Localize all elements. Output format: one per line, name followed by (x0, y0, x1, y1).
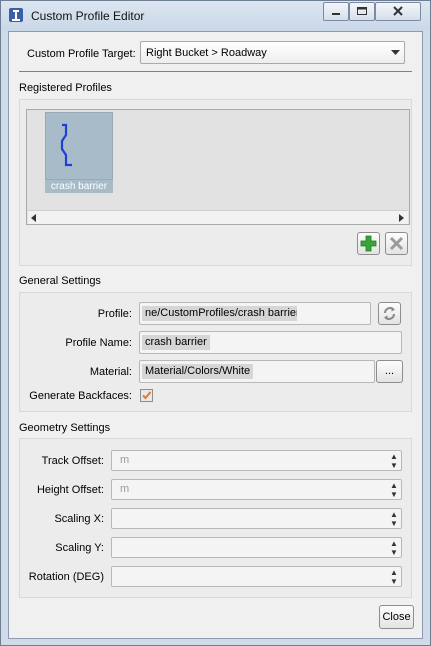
chevron-down-icon (391, 50, 400, 55)
scaling-x-stepper[interactable]: ▲ ▼ (388, 510, 400, 528)
browse-label: ... (384, 365, 395, 377)
profile-thumbnail (45, 112, 113, 180)
close-window-button[interactable] (375, 2, 421, 21)
profile-list[interactable]: crash barrier (26, 109, 410, 225)
height-offset-value: m (120, 483, 130, 495)
profile-name-field[interactable]: crash barrier (139, 331, 402, 354)
spin-down-icon[interactable]: ▼ (388, 519, 400, 528)
maximize-button[interactable] (349, 2, 375, 21)
spin-down-icon[interactable]: ▼ (388, 461, 400, 470)
profile-path-label: Profile: (97, 308, 132, 320)
minimize-button[interactable] (323, 2, 349, 21)
general-settings-heading: General Settings (19, 275, 101, 287)
profile-item[interactable]: crash barrier (45, 112, 115, 193)
close-button[interactable]: Close (379, 605, 414, 629)
profile-name-label: Profile Name: (65, 337, 132, 349)
checkmark-icon (142, 391, 152, 400)
registered-profiles-group: crash barrier (19, 99, 412, 266)
remove-profile-button[interactable] (385, 232, 408, 255)
track-offset-spinbox[interactable]: m ▲ ▼ (111, 450, 402, 471)
minimize-icon (332, 13, 340, 15)
scroll-right-icon[interactable] (399, 214, 405, 222)
scaling-y-label: Scaling Y: (55, 542, 104, 554)
rotation-stepper[interactable]: ▲ ▼ (388, 568, 400, 586)
delete-icon (389, 236, 404, 251)
scaling-x-spinbox[interactable]: ▲ ▼ (111, 508, 402, 529)
spin-up-icon[interactable]: ▲ (388, 568, 400, 577)
generate-backfaces-label: Generate Backfaces: (29, 390, 132, 402)
title-bar[interactable]: Custom Profile Editor (1, 1, 430, 31)
spin-down-icon[interactable]: ▼ (388, 548, 400, 557)
add-profile-button[interactable] (357, 232, 380, 255)
close-icon (393, 6, 403, 16)
close-button-label: Close (382, 611, 411, 623)
height-offset-stepper[interactable]: ▲ ▼ (388, 481, 400, 499)
generate-backfaces-checkbox[interactable] (140, 389, 153, 402)
general-settings-group: Profile: ne/CustomProfiles/crash barrier… (19, 292, 412, 412)
profile-shape-icon (60, 123, 72, 167)
scaling-x-label: Scaling X: (54, 513, 104, 525)
track-offset-label: Track Offset: (41, 455, 104, 467)
window-title: Custom Profile Editor (31, 9, 145, 23)
target-select[interactable]: Right Bucket > Roadway (140, 41, 405, 64)
material-value: Material/Colors/White (142, 364, 254, 379)
spin-down-icon[interactable]: ▼ (388, 490, 400, 499)
horizontal-scrollbar[interactable] (28, 210, 408, 224)
height-offset-spinbox[interactable]: m ▲ ▼ (111, 479, 402, 500)
target-select-value: Right Bucket > Roadway (146, 47, 267, 59)
rotation-spinbox[interactable]: ▲ ▼ (111, 566, 402, 587)
app-icon (9, 8, 23, 22)
editor-window: Custom Profile Editor Custom Profile Tar… (0, 0, 431, 646)
registered-profiles-heading: Registered Profiles (19, 82, 112, 94)
profile-name-value: crash barrier (142, 335, 210, 350)
material-browse-button[interactable]: ... (376, 360, 403, 383)
profile-item-label: crash barrier (45, 180, 113, 193)
dialog-body: Custom Profile Target: Right Bucket > Ro… (8, 31, 423, 639)
profile-path-field[interactable]: ne/CustomProfiles/crash barrier.sdf (139, 302, 371, 325)
maximize-icon (357, 7, 367, 15)
geometry-settings-heading: Geometry Settings (19, 422, 111, 434)
spin-up-icon[interactable]: ▲ (388, 539, 400, 548)
geometry-settings-group: Track Offset: m ▲ ▼ Height Offset: m ▲ ▼ S… (19, 438, 412, 598)
profile-path-value: ne/CustomProfiles/crash barrier.sdf (142, 306, 297, 321)
track-offset-value: m (120, 454, 130, 466)
track-offset-stepper[interactable]: ▲ ▼ (388, 452, 400, 470)
material-label: Material: (89, 366, 132, 378)
scroll-left-icon[interactable] (31, 214, 37, 222)
plus-icon (360, 235, 377, 252)
separator-line (19, 71, 412, 72)
refresh-icon (384, 307, 395, 320)
reload-profile-button[interactable] (378, 302, 401, 325)
rotation-label: Rotation (DEG) (28, 571, 104, 583)
spin-up-icon[interactable]: ▲ (388, 481, 400, 490)
material-field[interactable]: Material/Colors/White (139, 360, 375, 383)
spin-up-icon[interactable]: ▲ (388, 510, 400, 519)
spin-up-icon[interactable]: ▲ (388, 452, 400, 461)
height-offset-label: Height Offset: (36, 484, 104, 496)
target-label: Custom Profile Target: (27, 48, 136, 60)
scaling-y-stepper[interactable]: ▲ ▼ (388, 539, 400, 557)
spin-down-icon[interactable]: ▼ (388, 577, 400, 586)
scaling-y-spinbox[interactable]: ▲ ▼ (111, 537, 402, 558)
